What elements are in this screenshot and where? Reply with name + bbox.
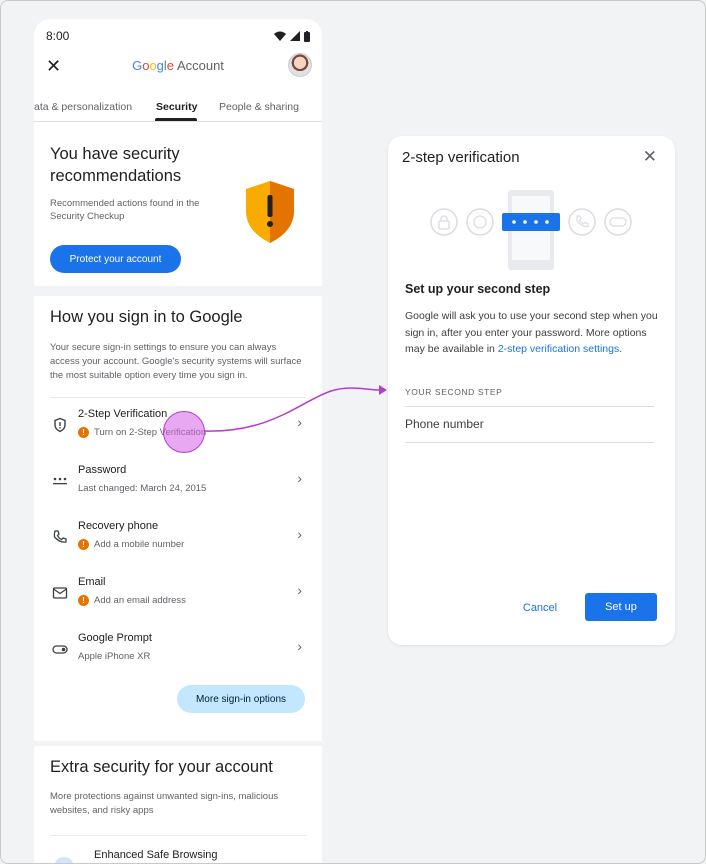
dialog-body: Google will ask you to use your second s… [405,310,658,355]
divider [405,406,654,407]
two-step-dialog: 2-step verification ✕ Set up your second… [388,136,675,645]
cancel-button[interactable]: Cancel [514,596,566,620]
settings-link[interactable]: 2-step verification settings [498,343,619,355]
close-icon[interactable]: ✕ [643,147,657,167]
dialog-title: 2-step verification [402,149,520,166]
second-step-label: YOUR SECOND STEP [405,387,503,397]
phone-number-option[interactable]: Phone number [405,417,484,431]
screenshot-frame: 8:00 ✕ Google Account ata & personalizat… [0,0,706,864]
two-step-illustration [430,190,632,270]
divider [405,442,654,443]
setup-button[interactable]: Set up [585,593,657,621]
dialog-heading: Set up your second step [405,282,551,296]
